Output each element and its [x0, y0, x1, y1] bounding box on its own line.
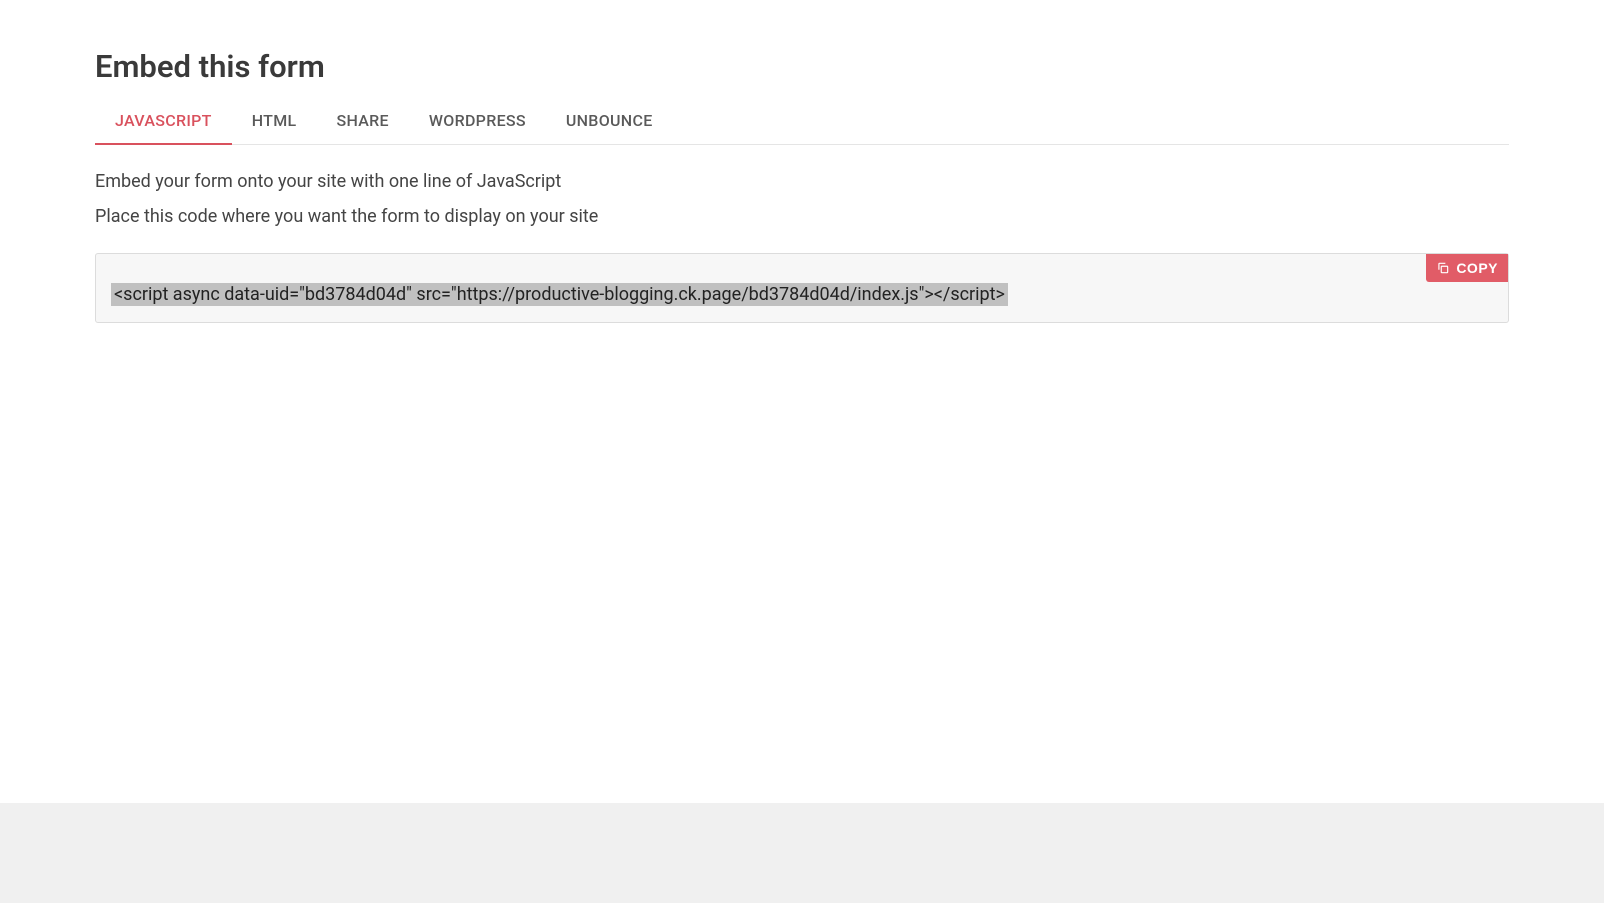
page-title: Embed this form: [95, 48, 1509, 85]
description-text: Embed your form onto your site with one …: [95, 171, 1509, 192]
footer-bar: [0, 803, 1604, 903]
tab-javascript[interactable]: JAVASCRIPT: [95, 101, 232, 144]
embed-code-box: COPY <script async data-uid="bd3784d04d"…: [95, 253, 1509, 323]
copy-icon: [1436, 261, 1450, 275]
tabs-bar: JAVASCRIPT HTML SHARE WORDPRESS UNBOUNCE: [95, 101, 1509, 145]
tab-wordpress[interactable]: WORDPRESS: [409, 101, 546, 144]
tab-unbounce[interactable]: UNBOUNCE: [546, 101, 673, 144]
copy-button-label: COPY: [1456, 260, 1498, 276]
instruction-text: Place this code where you want the form …: [95, 206, 1509, 227]
copy-button[interactable]: COPY: [1426, 254, 1508, 282]
tab-share[interactable]: SHARE: [316, 101, 408, 144]
main-container: Embed this form JAVASCRIPT HTML SHARE WO…: [0, 0, 1604, 323]
embed-code-text[interactable]: <script async data-uid="bd3784d04d" src=…: [111, 283, 1008, 306]
tab-html[interactable]: HTML: [232, 101, 317, 144]
